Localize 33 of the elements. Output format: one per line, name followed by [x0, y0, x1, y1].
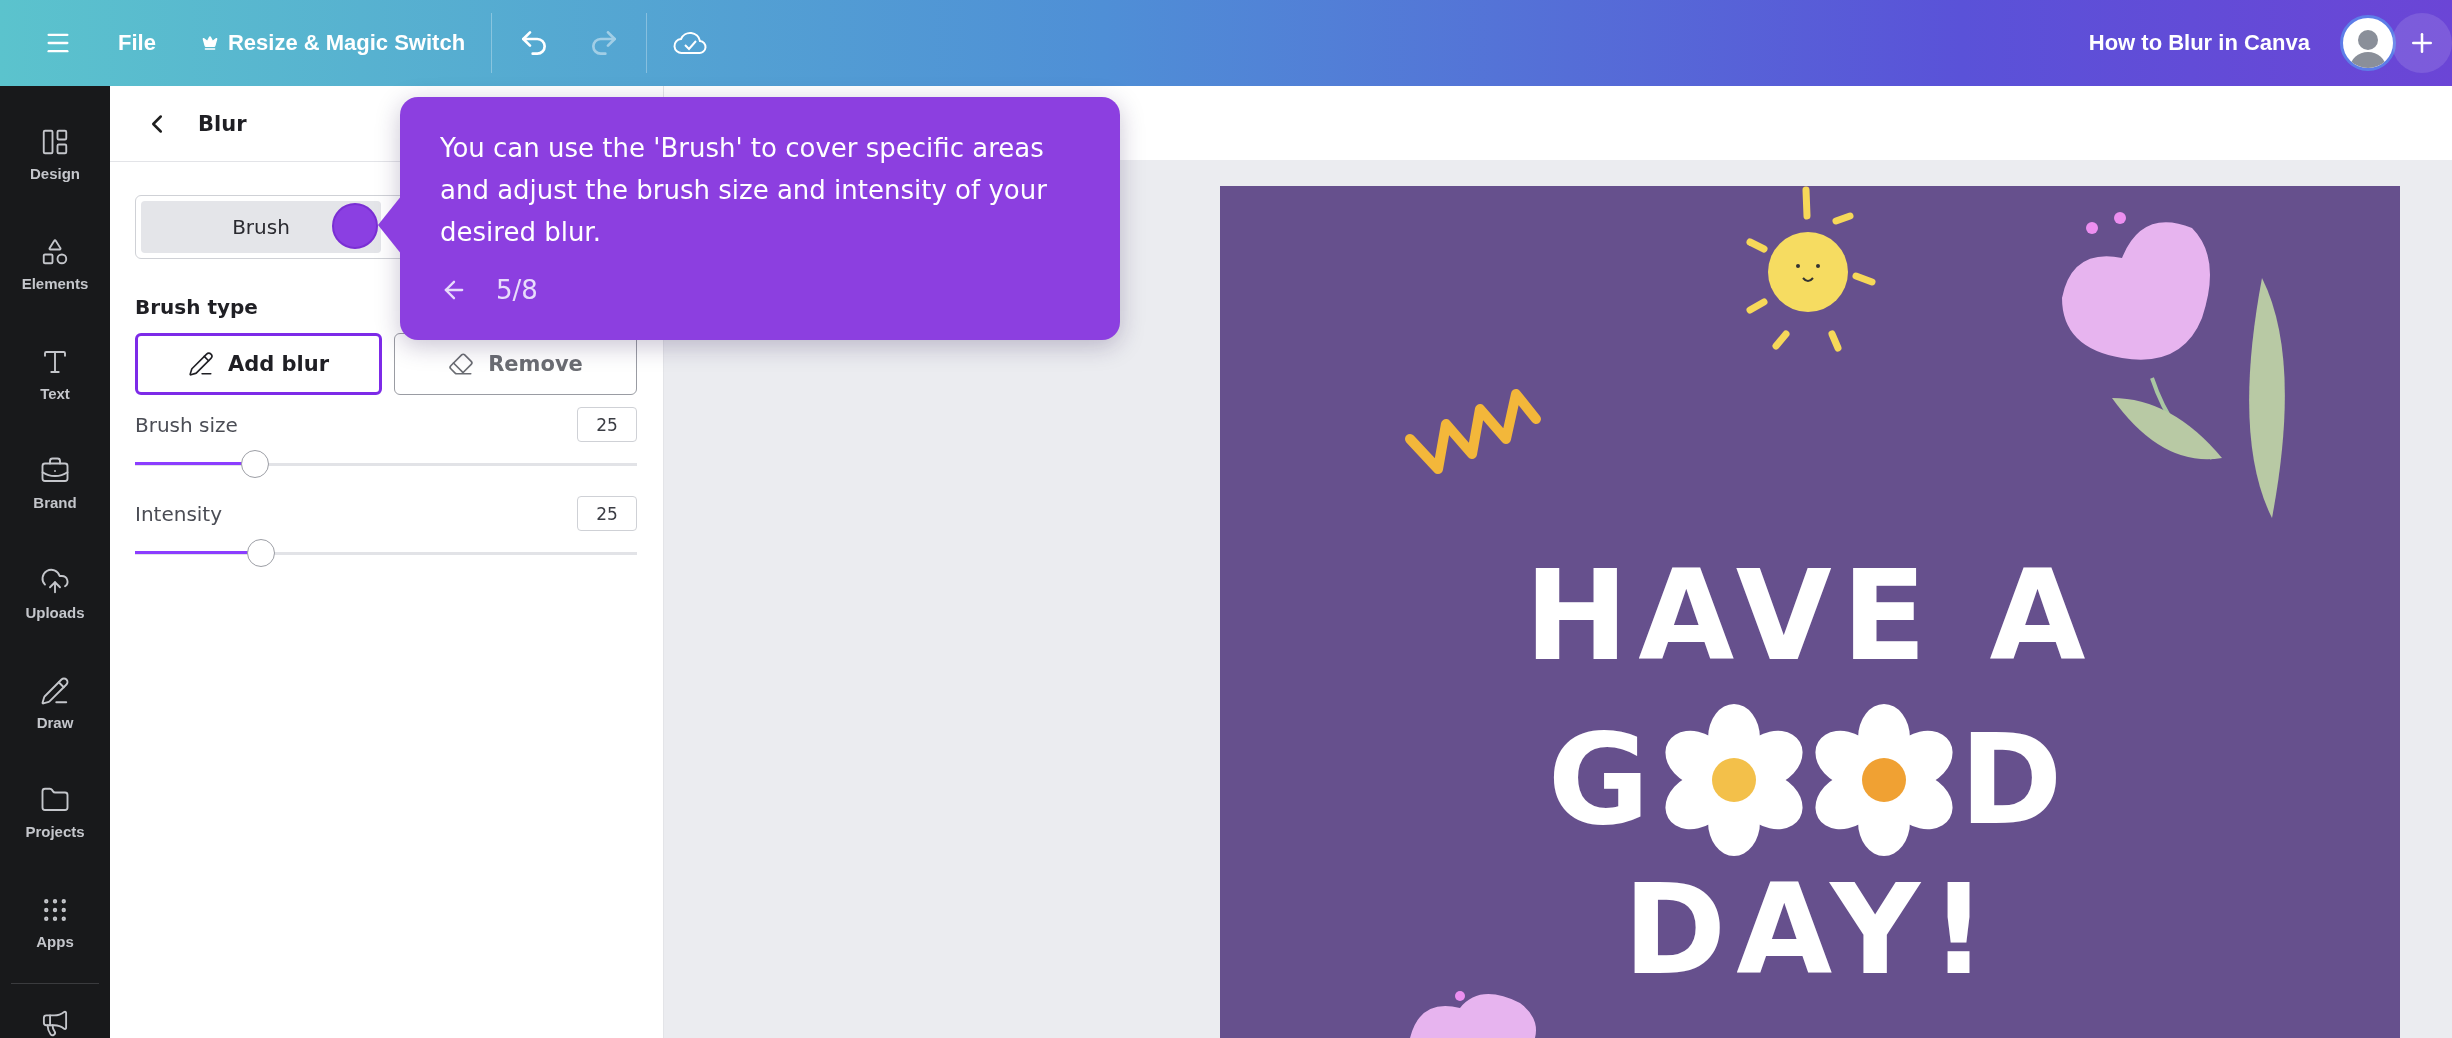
sidebar-item[interactable]: Projects [0, 758, 110, 868]
sidebar-item[interactable]: Uploads [0, 538, 110, 649]
design-card[interactable]: HAVE A G D DAY! [1220, 186, 2400, 1038]
headline-text: D [1959, 718, 2073, 842]
brush-type-button[interactable]: Add blur [135, 333, 382, 395]
crown-icon [201, 35, 218, 51]
uploads-icon [40, 566, 70, 596]
panel-title: Blur [198, 111, 247, 136]
sidebar-item[interactable]: Apps [0, 867, 110, 978]
headline-text: DAY! [1623, 868, 1997, 992]
value-field[interactable]: 25 [577, 496, 637, 531]
sidebar-item[interactable]: Design [0, 100, 110, 210]
sidebar-item[interactable]: Elements [0, 209, 110, 320]
avatar[interactable] [2340, 15, 2396, 71]
headline-text: HAVE A [1524, 554, 2096, 678]
pencil-icon [187, 351, 214, 377]
sidebar-item[interactable]: Brand [0, 429, 110, 539]
design-title[interactable]: How to Blur in Canva [2088, 30, 2310, 56]
tooltip-text: You can use the 'Brush' to cover specific areas and adjust the brush size and intensity of your desired blur. [440, 132, 1048, 249]
slider-label: Intensity [135, 501, 223, 526]
section-label: Brush type [135, 295, 259, 319]
value-field[interactable]: 25 [577, 407, 637, 442]
eraser-icon [448, 351, 475, 377]
draw-icon [40, 675, 70, 706]
slider-label: Brush size [135, 412, 238, 437]
megaphone-icon[interactable] [40, 1008, 70, 1038]
step-counter: 5/8 [496, 275, 538, 305]
sidebar-item[interactable]: Text [0, 319, 110, 429]
slider-thumb[interactable] [246, 539, 275, 567]
elements-icon [40, 237, 70, 267]
headline-text: G [1547, 718, 1660, 842]
sidebar-item[interactable]: Draw [0, 648, 110, 759]
slider-thumb[interactable] [241, 450, 270, 478]
